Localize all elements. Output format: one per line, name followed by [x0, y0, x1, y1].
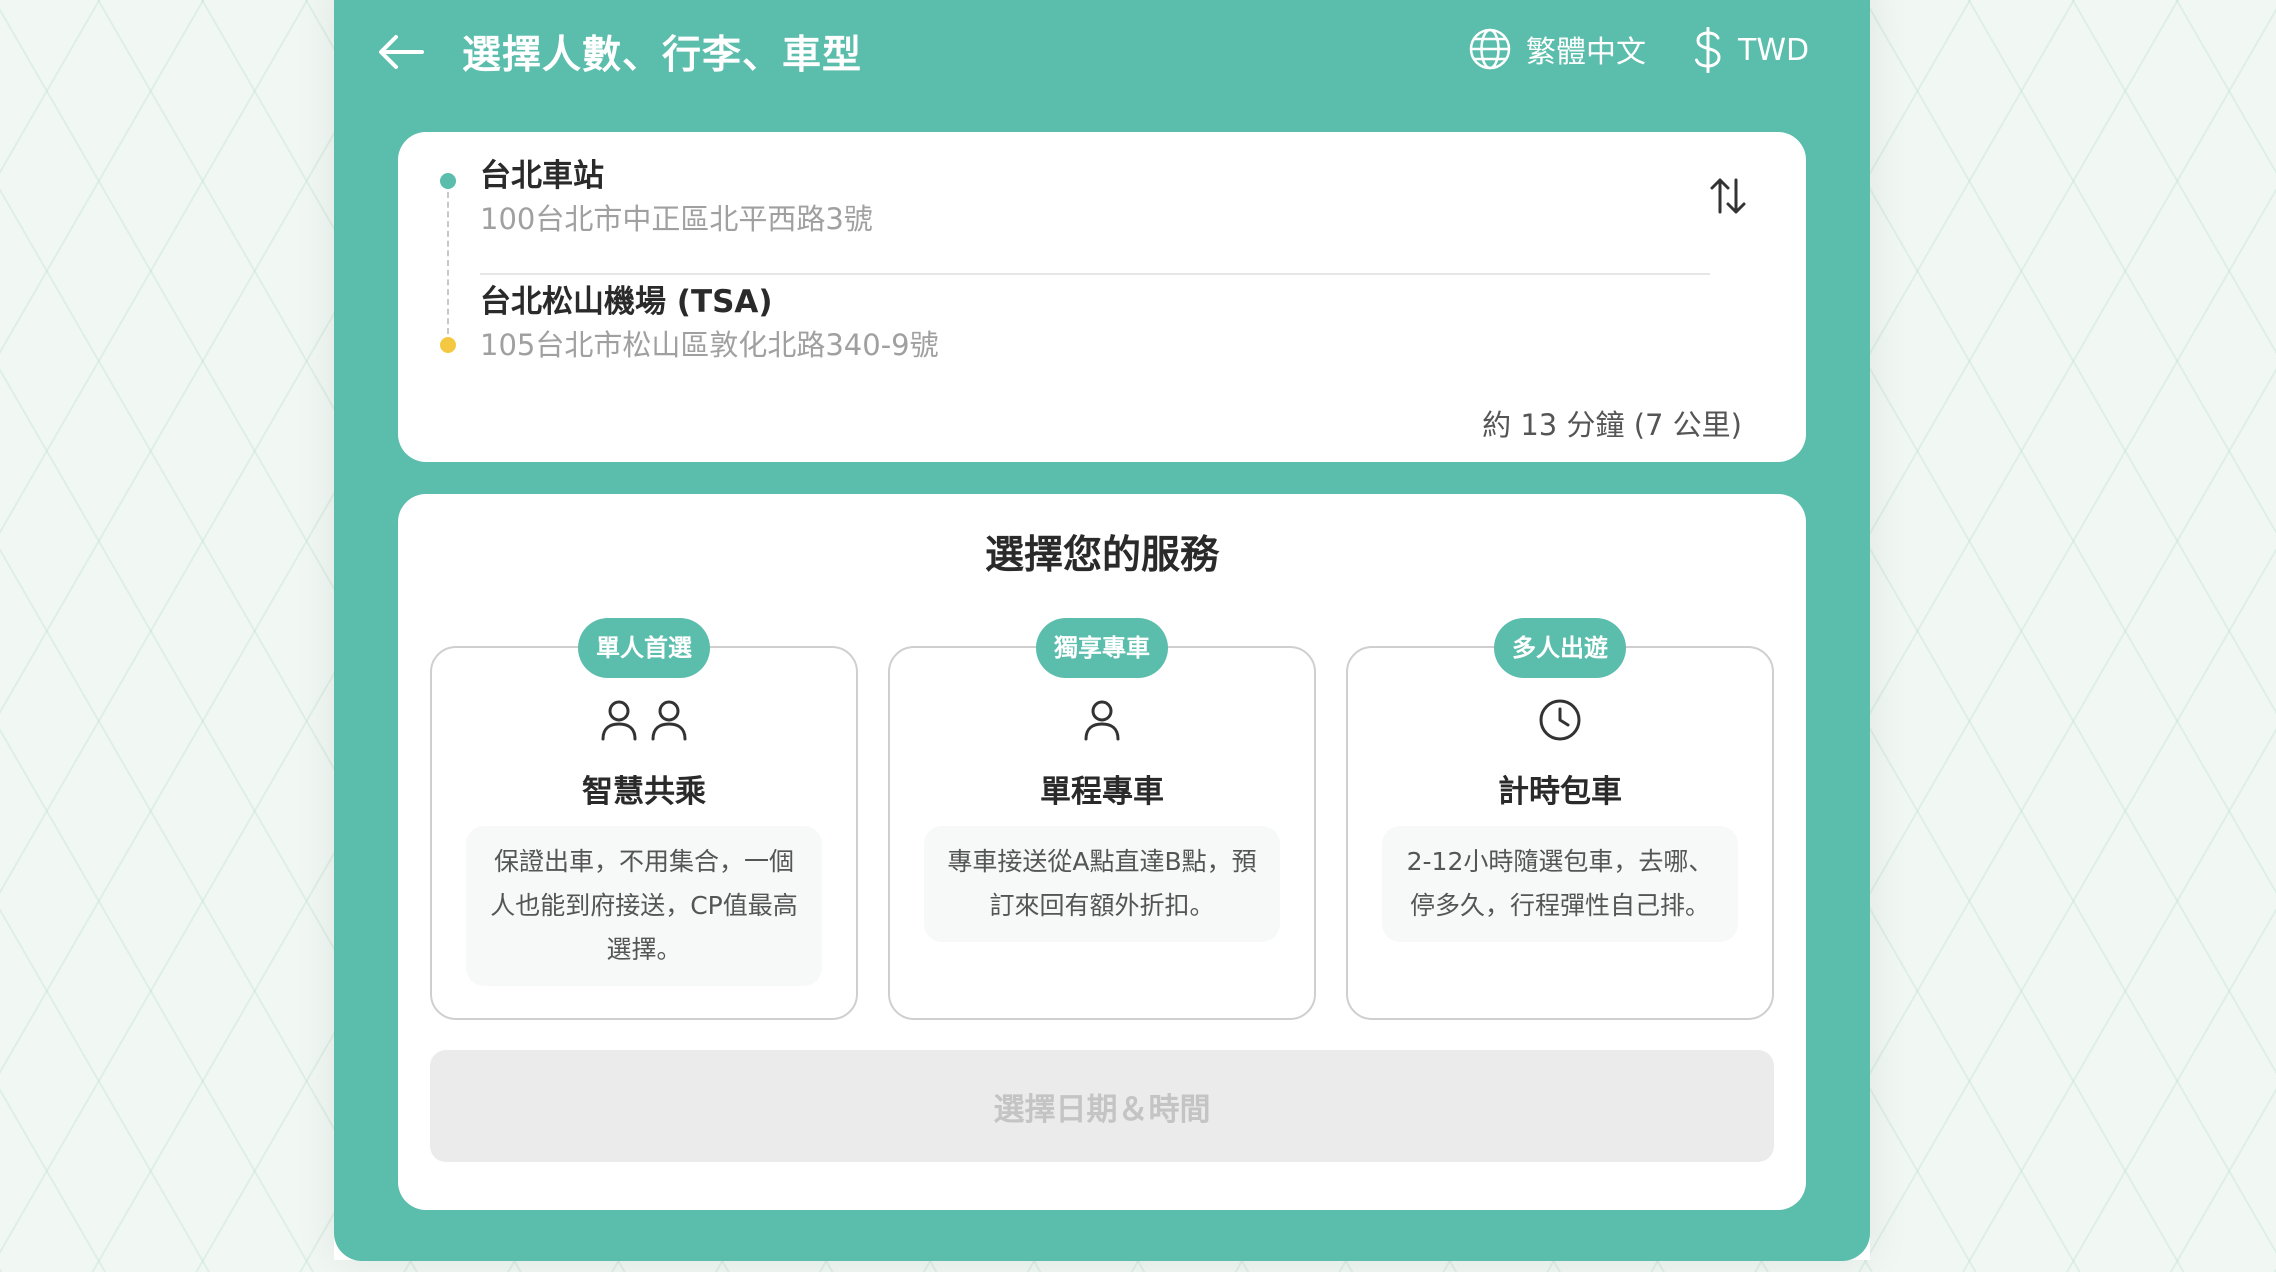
- language-selector[interactable]: 繁體中文: [1468, 27, 1646, 71]
- service-badge: 單人首選: [578, 618, 710, 678]
- clock-icon: [1348, 698, 1772, 742]
- service-badge: 多人出遊: [1494, 618, 1626, 678]
- route-card: 台北車站 100台北市中正區北平西路3號 台北松山機場 (TSA) 105台北市…: [398, 132, 1806, 462]
- route-line: [447, 192, 449, 334]
- service-description: 2-12小時隨選包車，去哪、停多久，行程彈性自己排。: [1382, 826, 1738, 942]
- back-button[interactable]: [376, 30, 426, 74]
- person-icon: [890, 698, 1314, 742]
- route-divider: [480, 273, 1710, 275]
- trip-duration-distance: 約 13 分鐘 (7 公里): [1482, 408, 1742, 442]
- service-option-hourly-charter[interactable]: 多人出遊 計時包車 2-12小時隨選包車，去哪、停多久，行程彈性自己排。: [1346, 618, 1774, 1020]
- service-option-shared-ride[interactable]: 單人首選 智慧共乘 保證出車，不用集合，一個人也能到府接送，CP值最高選擇。: [430, 618, 858, 1020]
- header: 選擇人數、行李、車型 繁體中文 TWD: [334, 0, 1870, 100]
- destination-dot: [440, 337, 456, 353]
- service-description: 保證出車，不用集合，一個人也能到府接送，CP值最高選擇。: [466, 826, 822, 986]
- booking-shell: 選擇人數、行李、車型 繁體中文 TWD 台北車站 100台北市中正區北平西路3號…: [334, 0, 1870, 1261]
- service-option-private-car[interactable]: 獨享專車 單程專車 專車接送從A點直達B點，預訂來回有額外折扣。: [888, 618, 1316, 1020]
- page-title: 選擇人數、行李、車型: [462, 33, 863, 78]
- currency-label: TWD: [1738, 32, 1810, 68]
- origin-dot: [440, 173, 456, 189]
- two-persons-icon: [432, 698, 856, 742]
- currency-selector[interactable]: TWD: [1692, 27, 1809, 73]
- service-section-title: 選擇您的服務: [984, 533, 1219, 578]
- service-name: 計時包車: [1498, 774, 1622, 810]
- origin-address[interactable]: 100台北市中正區北平西路3號: [480, 196, 873, 238]
- origin-name[interactable]: 台北車站: [480, 150, 604, 195]
- service-selection-card: 選擇您的服務 單人首選 智慧共乘 保證出車，不用集合，一個人也能到府接送，CP值…: [398, 494, 1806, 1210]
- select-date-time-button[interactable]: 選擇日期＆時間: [430, 1050, 1774, 1162]
- dollar-icon: [1695, 27, 1721, 73]
- service-name: 智慧共乘: [582, 774, 706, 810]
- arrow-left-icon: [379, 35, 424, 69]
- globe-icon: [1469, 28, 1511, 70]
- swap-locations-button[interactable]: [1706, 174, 1750, 218]
- service-description: 專車接送從A點直達B點，預訂來回有額外折扣。: [924, 826, 1280, 942]
- destination-address[interactable]: 105台北市松山區敦化北路340-9號: [480, 322, 939, 364]
- service-name: 單程專車: [1040, 774, 1164, 810]
- destination-name[interactable]: 台北松山機場 (TSA): [480, 276, 773, 321]
- language-label: 繁體中文: [1526, 35, 1646, 70]
- swap-vertical-icon: [1710, 178, 1746, 214]
- service-badge: 獨享專車: [1036, 618, 1168, 678]
